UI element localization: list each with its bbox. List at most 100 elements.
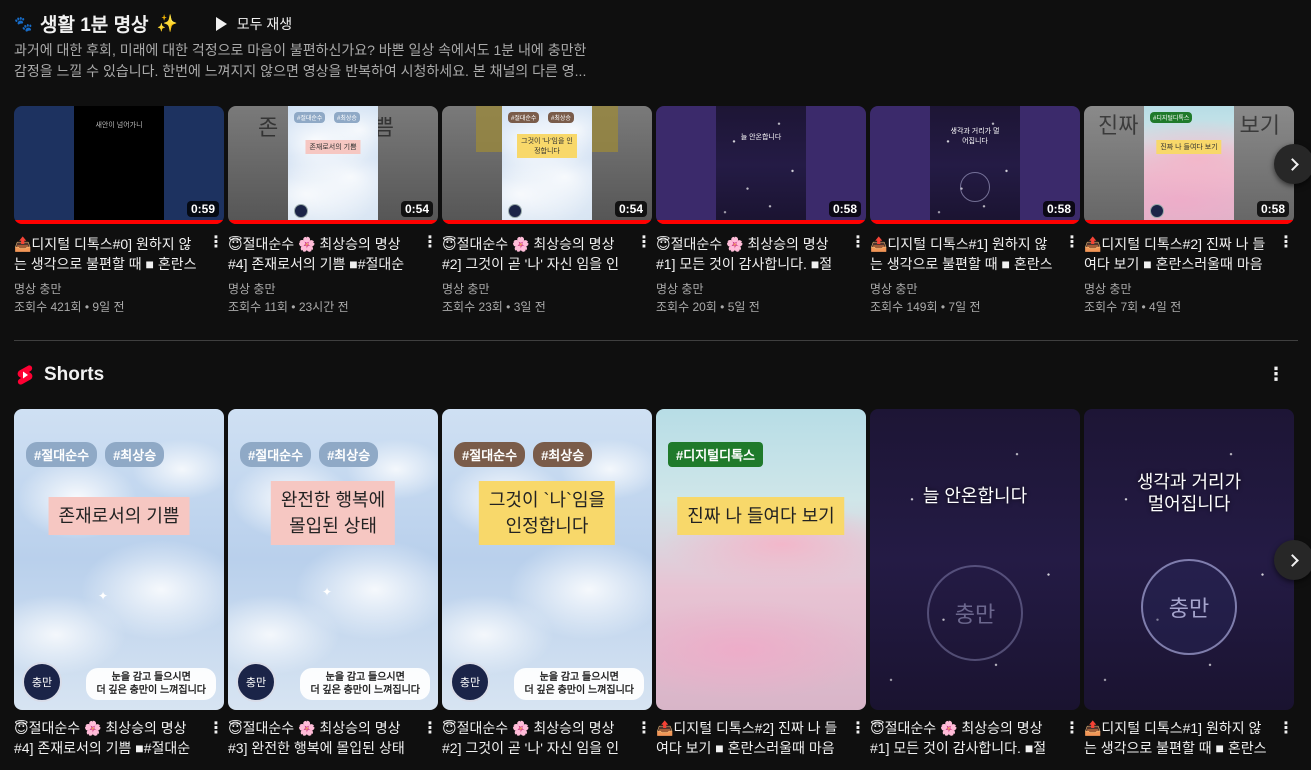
short-thumbnail[interactable]: #절대순수 #최상승 완전한 행복에 몰입된 상태 ✦ 충만 눈을 감고 들으시… (228, 409, 438, 710)
channel-name[interactable]: 명상 충만 (228, 280, 438, 298)
view-count: 조회수 11회 (228, 300, 288, 314)
video-title[interactable]: 📤디지털 디톡스#0] 원하지 않는 생각으로 불편할 때 ■ 혼란스러울 때 (14, 234, 202, 274)
channel-name[interactable]: 명상 충만 (870, 280, 1080, 298)
shorts-more-icon[interactable]: ⋮ (1267, 364, 1285, 385)
channel-name[interactable]: 명상 충만 (1084, 280, 1294, 298)
seal-icon (960, 172, 990, 202)
video-title[interactable]: 📤디지털 디톡스#2] 진짜 나 들여다 보기 ■ 혼란스러울때 마음챙김 (1084, 234, 1272, 274)
more-actions-icon[interactable]: ⋮ (636, 718, 652, 738)
more-actions-icon[interactable]: ⋮ (208, 232, 224, 252)
thumbnail-caption: 눈을 감고 들으시면 더 깊은 충만이 느껴집니다 (300, 668, 430, 700)
text-line: 생각과 거리가 (1136, 472, 1242, 492)
more-actions-icon[interactable]: ⋮ (1278, 232, 1294, 252)
more-actions-icon[interactable]: ⋮ (422, 232, 438, 252)
video-card[interactable]: 생각과 거리가 멀어집니다 0:58 📤디지털 디톡스#1] 원하지 않는 생각… (870, 106, 1080, 316)
section-divider (14, 340, 1298, 341)
channel-name[interactable]: 명상 충만 (14, 280, 224, 298)
video-thumbnail[interactable]: #절대순수 #최상승 그것이 '나'임을 인정합니다 0:54 (442, 106, 652, 224)
short-thumbnail[interactable]: #절대순수 #최상승 그것이 `나`임을 인정합니다 충만 눈을 감고 들으시면… (442, 409, 652, 710)
more-actions-icon[interactable]: ⋮ (1278, 718, 1294, 738)
video-card[interactable]: #절대순수 #최상승 그것이 '나'임을 인정합니다 0:54 😇절대순수 🌸 … (442, 106, 652, 316)
seal-icon (294, 204, 308, 218)
short-card[interactable]: #절대순수 #최상승 그것이 `나`임을 인정합니다 충만 눈을 감고 들으시면… (442, 409, 652, 758)
hashtag-chip: #최상승 (319, 442, 379, 467)
duration-badge: 0:54 (614, 201, 647, 217)
short-title[interactable]: 📤디지털 디톡스#1] 원하지 않는 생각으로 불편할 때 ■ 혼란스러울 때 (1084, 718, 1272, 758)
short-card[interactable]: #절대순수 #최상승 존재로서의 기쁨 ✦ 충만 눈을 감고 들으시면 더 깊은… (14, 409, 224, 758)
thumbnail-caption: 눈을 감고 들으시면 더 깊은 충만이 느껴집니다 (86, 668, 216, 700)
channel-name[interactable]: 명상 충만 (442, 280, 652, 298)
video-title[interactable]: 📤디지털 디톡스#1] 원하지 않는 생각으로 불편할 때 ■ 혼란스러울 때 (870, 234, 1058, 274)
caption-line: 눈을 감고 들으시면 (325, 672, 405, 683)
seal-icon (508, 204, 522, 218)
thumbnail-text: 그것이 '나'임을 인정합니다 (517, 134, 577, 158)
banner-line: 완전한 행복에 (280, 490, 386, 510)
short-card[interactable]: 늘 안온합니다 충만 😇절대순수 🌸 최상승의 명상 #1] 모든 것이 감사합… (870, 409, 1080, 758)
short-thumbnail[interactable]: 생각과 거리가 멀어집니다 충만 (1084, 409, 1294, 710)
thumbnail-banner: 진짜 나 들여다 보기 (677, 497, 845, 535)
video-title[interactable]: 😇절대순수 🌸 최상승의 명상 #4] 존재로서의 기쁨 ■#절대순수 (228, 234, 416, 274)
short-thumbnail[interactable]: #절대순수 #최상승 존재로서의 기쁨 ✦ 충만 눈을 감고 들으시면 더 깊은… (14, 409, 224, 710)
next-shorts-button[interactable] (1274, 540, 1311, 580)
short-thumbnail[interactable]: #디지털디톡스 진짜 나 들여다 보기 (656, 409, 866, 710)
more-actions-icon[interactable]: ⋮ (208, 718, 224, 738)
seal-icon: 충만 (22, 662, 62, 702)
video-title[interactable]: 😇절대순수 🌸 최상승의 명상 #2] 그것이 곧 '나' 자신 임을 인정합니… (442, 234, 630, 274)
channel-name[interactable]: 명상 충만 (656, 280, 866, 298)
video-card[interactable]: 진짜 보기 #디지털디톡스 진짜 나 들여다 보기 0:58 📤디지털 디톡스#… (1084, 106, 1294, 316)
thumbnail-text: 생각과 거리가 멀어집니다 (950, 128, 1000, 145)
more-actions-icon[interactable]: ⋮ (1064, 232, 1080, 252)
thumbnail-chip: #디지털디톡스 (1150, 112, 1193, 123)
short-card[interactable]: #디지털디톡스 진짜 나 들여다 보기 📤디지털 디톡스#2] 진짜 나 들여다… (656, 409, 866, 758)
description-line: 감정을 느낄 수 있습니다. 한번에 느껴지지 않으면 영상을 반복하여 시청하… (14, 63, 587, 79)
video-title[interactable]: 😇절대순수 🌸 최상승의 명상 #1] 모든 것이 감사합니다. ■절대순수 (656, 234, 844, 274)
more-actions-icon[interactable]: ⋮ (850, 232, 866, 252)
short-title[interactable]: 😇절대순수 🌸 최상승의 명상 #2] 그것이 곧 '나' 자신 임을 인정합니… (442, 718, 630, 758)
description-line: 과거에 대한 후회, 미래에 대한 걱정으로 마음이 불편하신가요? 바쁜 일상… (14, 42, 587, 58)
view-count: 조회수 20회 (656, 300, 717, 314)
video-thumbnail[interactable]: 늘 안온합니다 0:58 (656, 106, 866, 224)
shelf-description[interactable]: 과거에 대한 후회, 미래에 대한 걱정으로 마음이 불편하신가요? 바쁜 일상… (14, 40, 634, 82)
video-card[interactable]: 존 쁨 #절대순수 #최상승 존재로서의 기쁨 0:54 😇절대순수 🌸 최상승… (228, 106, 438, 316)
short-card[interactable]: #절대순수 #최상승 완전한 행복에 몰입된 상태 ✦ 충만 눈을 감고 들으시… (228, 409, 438, 758)
video-meta: 조회수 7회 • 4일 전 (1084, 300, 1182, 314)
banner-line: 인정합니다 (505, 516, 589, 536)
more-actions-icon[interactable]: ⋮ (422, 718, 438, 738)
short-title[interactable]: 😇절대순수 🌸 최상승의 명상 #1] 모든 것이 감사합니다. ■절대순수 (870, 718, 1058, 758)
next-videos-button[interactable] (1274, 144, 1311, 184)
short-title[interactable]: 📤디지털 디톡스#2] 진짜 나 들여다 보기 ■ 혼란스러울때 마음챙김 (656, 718, 844, 758)
thumbnail-side-text: 보기 (1239, 113, 1280, 138)
video-thumbnail[interactable]: 새안이 넘어가니 0:59 (14, 106, 224, 224)
hashtag-chip: #디지털디톡스 (668, 442, 763, 467)
hashtag-chip: #절대순수 (240, 442, 312, 467)
watch-progress-bar (870, 220, 1080, 224)
short-thumbnail[interactable]: 늘 안온합니다 충만 (870, 409, 1080, 710)
watch-progress-bar (442, 220, 652, 224)
more-actions-icon[interactable]: ⋮ (636, 232, 652, 252)
shorts-logo-icon (17, 365, 33, 385)
play-all-label: 모두 재생 (236, 15, 293, 32)
shorts-row: #절대순수 #최상승 존재로서의 기쁨 ✦ 충만 눈을 감고 들으시면 더 깊은… (14, 409, 1294, 758)
more-actions-icon[interactable]: ⋮ (1064, 718, 1080, 738)
video-card[interactable]: 새안이 넘어가니 0:59 📤디지털 디톡스#0] 원하지 않는 생각으로 불편… (14, 106, 224, 316)
video-thumbnail[interactable]: 생각과 거리가 멀어집니다 0:58 (870, 106, 1080, 224)
short-title[interactable]: 😇절대순수 🌸 최상승의 명상 #3] 완전한 행복에 몰입된 상태 (228, 718, 416, 758)
thumbnail-banner: 완전한 행복에 몰입된 상태 (270, 481, 396, 545)
shelf-title[interactable]: 생활 1분 명상 (40, 10, 149, 37)
seal-icon (1150, 204, 1164, 218)
view-count: 조회수 149회 (870, 300, 938, 314)
sparkle-icon: ✨ (156, 13, 178, 33)
seal-icon: 충만 (450, 662, 490, 702)
shorts-header: Shorts (16, 364, 104, 386)
duration-badge: 0:58 (1042, 201, 1075, 217)
thumbnail-banner: 그것이 `나`임을 인정합니다 (478, 481, 616, 545)
short-card[interactable]: 생각과 거리가 멀어집니다 충만 📤디지털 디톡스#1] 원하지 않는 생각으로… (1084, 409, 1294, 758)
video-card[interactable]: 늘 안온합니다 0:58 😇절대순수 🌸 최상승의 명상 #1] 모든 것이 감… (656, 106, 866, 316)
video-thumbnail[interactable]: 진짜 보기 #디지털디톡스 진짜 나 들여다 보기 0:58 (1084, 106, 1294, 224)
view-count: 조회수 421회 (14, 300, 82, 314)
more-actions-icon[interactable]: ⋮ (850, 718, 866, 738)
thumbnail-text: 존재로서의 기쁨 (305, 140, 361, 154)
short-title[interactable]: 😇절대순수 🌸 최상승의 명상 #4] 존재로서의 기쁨 ■#절대순수 (14, 718, 202, 758)
play-all-button[interactable]: 모두 재생 (215, 14, 293, 34)
video-thumbnail[interactable]: 존 쁨 #절대순수 #최상승 존재로서의 기쁨 0:54 (228, 106, 438, 224)
